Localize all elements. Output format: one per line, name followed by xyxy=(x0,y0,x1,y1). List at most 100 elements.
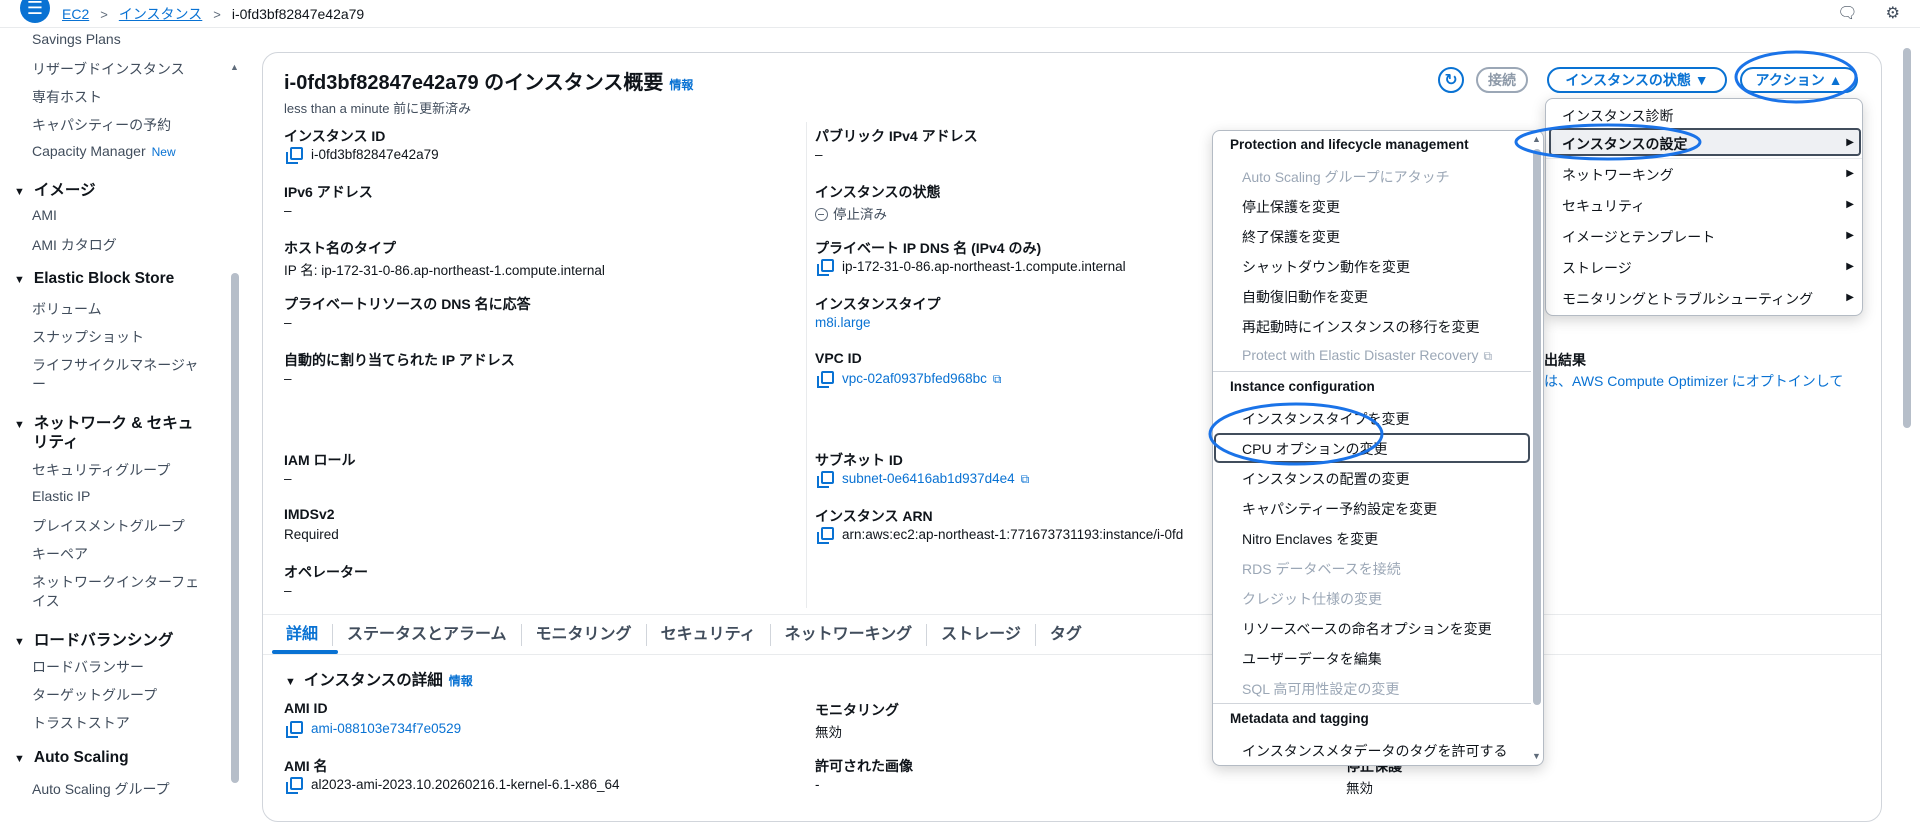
sidebar-item-trust-stores[interactable]: トラストストア xyxy=(32,713,130,733)
tab-monitoring[interactable]: モニタリング xyxy=(522,624,647,646)
value-text: ip-172-31-0-86.ap-northeast-1.compute.in… xyxy=(842,259,1126,274)
info-link[interactable]: 情報 xyxy=(449,674,473,688)
sidebar-item-lifecycle-manager[interactable]: ライフサイクルマネージャ xyxy=(32,355,198,375)
sidebar-item-lifecycle-manager-wrap[interactable]: ー xyxy=(32,374,46,394)
menu-item-change-resource-naming[interactable]: リソースベースの命名オプションを変更 xyxy=(1242,619,1492,639)
menu-item-change-cpu-options[interactable]: CPU オプションの変更 xyxy=(1242,439,1387,459)
sidebar-item-elastic-ip[interactable]: Elastic IP xyxy=(32,488,90,504)
tab-tags[interactable]: タグ xyxy=(1036,624,1096,646)
sidebar-item-load-balancers[interactable]: ロードバランサー xyxy=(32,657,144,677)
menu-item-change-shutdown-behavior[interactable]: シャットダウン動作を変更 xyxy=(1242,257,1410,277)
submenu-scrollbar[interactable] xyxy=(1533,149,1541,705)
tab-networking[interactable]: ネットワーキング xyxy=(771,624,928,646)
chevron-right-icon: > xyxy=(100,6,108,22)
connect-button[interactable]: 接続 xyxy=(1476,67,1528,93)
section-divider xyxy=(263,614,1881,615)
menu-item-change-capacity-reservation[interactable]: キャパシティー予約設定を変更 xyxy=(1242,499,1437,519)
instance-state-value: 停止済み xyxy=(815,203,887,223)
breadcrumb-instances[interactable]: インスタンス xyxy=(119,4,202,24)
copy-icon[interactable] xyxy=(286,147,303,164)
vpc-id-value[interactable]: vpc-02af0937bfed968bc ⧉ xyxy=(817,371,1001,388)
menu-item-instance-diagnostics[interactable]: インスタンス診断 xyxy=(1562,106,1673,126)
iam-role-value: – xyxy=(284,471,292,486)
hamburger-menu-icon[interactable]: ☰ xyxy=(20,0,50,23)
sidebar-item-capacity-reservations[interactable]: キャパシティーの予約 xyxy=(32,115,171,135)
sidebar-section-images[interactable]: ▼ イメージ xyxy=(14,178,96,200)
breadcrumb-ec2[interactable]: EC2 xyxy=(62,6,89,22)
subnet-link[interactable]: subnet-0e6416ab1d937d4e4 xyxy=(842,471,1015,486)
subnet-id-value[interactable]: subnet-0e6416ab1d937d4e4 ⧉ xyxy=(817,471,1029,488)
menu-item-change-termination-protection[interactable]: 終了保護を変更 xyxy=(1242,227,1340,247)
ami-name-value[interactable]: al2023-ami-2023.10.20260216.1-kernel-6.1… xyxy=(286,777,619,794)
sidebar-item-network-interfaces[interactable]: ネットワークインターフェ xyxy=(32,572,199,592)
page-scrollbar[interactable] xyxy=(1903,48,1911,428)
tab-details[interactable]: 詳細 xyxy=(284,624,334,646)
sidebar-item-ami-catalog[interactable]: AMI カタログ xyxy=(32,235,117,255)
tab-status-alarms[interactable]: ステータスとアラーム xyxy=(333,624,522,646)
copy-icon[interactable] xyxy=(817,471,834,488)
caret-down-icon: ▼ xyxy=(14,274,25,286)
chevron-right-icon: > xyxy=(213,6,221,22)
sidebar-item-reserved-instances[interactable]: リザーブドインスタンス xyxy=(32,59,185,79)
ami-id-value[interactable]: ami-088103e734f7e0529 xyxy=(286,721,461,738)
sidebar-item-security-groups[interactable]: セキュリティグループ xyxy=(32,460,170,480)
instance-type-link[interactable]: m8i.large xyxy=(815,315,871,330)
sidebar-scrollbar[interactable] xyxy=(231,273,239,783)
refresh-icon[interactable]: ↻ xyxy=(1438,67,1464,93)
menu-item-storage[interactable]: ストレージ xyxy=(1562,258,1632,278)
actions-button[interactable]: アクション ▲ xyxy=(1740,67,1858,93)
vpc-link[interactable]: vpc-02af0937bfed968bc xyxy=(842,371,987,386)
sidebar-item-target-groups[interactable]: ターゲットグループ xyxy=(32,685,157,705)
menu-item-networking[interactable]: ネットワーキング xyxy=(1562,165,1674,185)
settings-icon[interactable]: ⚙ xyxy=(1886,3,1900,23)
sidebar-item-key-pairs[interactable]: キーペア xyxy=(32,544,88,564)
instance-state-button[interactable]: インスタンスの状態 ▼ xyxy=(1547,67,1727,93)
copy-icon[interactable] xyxy=(817,259,834,276)
feedback-icon[interactable]: 🗨 xyxy=(1837,3,1857,23)
menu-item-change-placement[interactable]: インスタンスの配置の変更 xyxy=(1242,469,1409,489)
menu-item-instance-settings[interactable]: インスタンスの設定 xyxy=(1562,134,1687,154)
sidebar-item-savings-plans[interactable]: Savings Plans xyxy=(32,31,121,47)
sidebar-section-load-balancing[interactable]: ▼ ロードバランシング xyxy=(14,628,173,650)
menu-item-monitoring-troubleshooting[interactable]: モニタリングとトラブルシューティング xyxy=(1562,289,1813,309)
sidebar-item-auto-scaling-groups[interactable]: Auto Scaling グループ xyxy=(32,779,170,799)
ami-link[interactable]: ami-088103e734f7e0529 xyxy=(311,721,461,736)
copy-icon[interactable] xyxy=(286,777,303,794)
instance-details-header[interactable]: ▼ インスタンスの詳細 情報 xyxy=(285,668,473,690)
tab-security[interactable]: セキュリティ xyxy=(647,624,771,646)
scroll-up-icon[interactable]: ▲ xyxy=(1532,134,1541,144)
private-dns-value: – xyxy=(284,315,292,330)
caret-right-icon: ▶ xyxy=(1846,261,1854,272)
menu-item-edit-user-data[interactable]: ユーザーデータを編集 xyxy=(1242,649,1382,669)
sidebar-item-volumes[interactable]: ボリューム xyxy=(32,299,102,319)
menu-item-change-auto-recovery[interactable]: 自動復旧動作を変更 xyxy=(1242,287,1368,307)
menu-item-security[interactable]: セキュリティ xyxy=(1562,196,1645,216)
menu-item-allow-metadata-tags[interactable]: インスタンスメタデータのタグを許可する xyxy=(1242,741,1507,761)
menu-item-change-nitro-enclaves[interactable]: Nitro Enclaves を変更 xyxy=(1242,529,1378,549)
instance-id-value[interactable]: i-0fd3bf82847e42a79 xyxy=(286,147,439,164)
sidebar-section-ebs[interactable]: ▼ Elastic Block Store xyxy=(14,270,174,288)
scroll-down-icon[interactable]: ▼ xyxy=(1532,751,1541,761)
menu-item-change-stop-protection[interactable]: 停止保護を変更 xyxy=(1242,197,1340,217)
sidebar-item-network-interfaces-wrap[interactable]: イス xyxy=(32,591,60,611)
instance-arn-value[interactable]: arn:aws:ec2:ap-northeast-1:771673731193:… xyxy=(817,527,1183,544)
copy-icon[interactable] xyxy=(286,721,303,738)
private-ip-dns-value[interactable]: ip-172-31-0-86.ap-northeast-1.compute.in… xyxy=(817,259,1126,276)
sidebar-item-placement-groups[interactable]: プレイスメントグループ xyxy=(32,516,185,536)
info-link[interactable]: 情報 xyxy=(669,78,693,92)
sidebar-section-auto-scaling[interactable]: ▼ Auto Scaling xyxy=(14,749,129,767)
sidebar-item-capacity-manager[interactable]: Capacity Manager New xyxy=(32,143,176,159)
copy-icon[interactable] xyxy=(817,527,834,544)
menu-item-change-reboot-migration[interactable]: 再起動時にインスタンスの移行を変更 xyxy=(1242,317,1479,337)
sidebar-item-dedicated-hosts[interactable]: 専有ホスト xyxy=(32,87,102,107)
copy-icon[interactable] xyxy=(817,371,834,388)
menu-item-images-templates[interactable]: イメージとテンプレート xyxy=(1562,227,1715,247)
sidebar-item-ami[interactable]: AMI xyxy=(32,207,57,223)
breadcrumb: EC2 > インスタンス > i-0fd3bf82847e42a79 xyxy=(62,4,364,24)
allowed-image-value: - xyxy=(815,777,820,792)
sidebar-item-snapshots[interactable]: スナップショット xyxy=(32,327,144,347)
optimizer-link[interactable]: は、AWS Compute Optimizer にオプトインして xyxy=(1544,371,1843,391)
tab-storage[interactable]: ストレージ xyxy=(927,624,1036,646)
scroll-up-icon[interactable]: ▲ xyxy=(230,62,239,72)
menu-item-change-instance-type[interactable]: インスタンスタイプを変更 xyxy=(1242,409,1409,429)
